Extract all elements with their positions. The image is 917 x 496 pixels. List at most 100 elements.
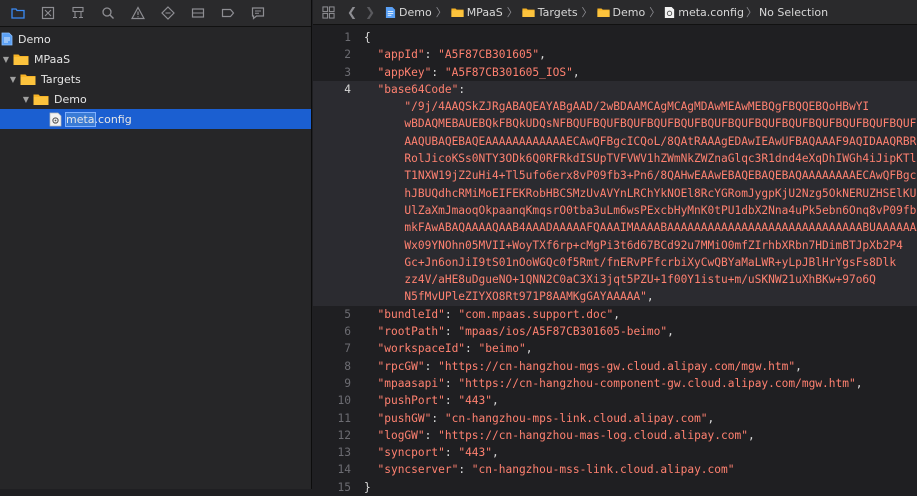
code-line-continuation[interactable]: UlZaXmJmaoqOkpaanqKmqsrO0tba3uLm6wsPExcb… [313,201,917,220]
string-token: "A5F87CB301605_IOS" [444,65,573,79]
code-line-continuation[interactable]: mkFAwABAQAAAAQAAB4AAADAAAAAFQAAAIMAAAABA… [313,219,917,237]
line-number: 15 [337,480,351,494]
tree-row-meta-config[interactable]: meta .config [0,109,311,129]
line-number [313,202,364,219]
code-text: { [364,29,917,46]
string-token: RolJicoKSs0NTY3ODk6Q0RFRkdISUpTVFVWV1hZW… [404,152,917,166]
code-line-continuation[interactable]: hJBUQdhcRMiMoEIFEKRobHBCSMzUvAVYnLRChYkN… [313,184,917,202]
string-token: "rootPath" [377,325,445,339]
line-number: 6 [344,325,351,339]
search-icon[interactable] [98,3,118,23]
folder-icon [33,93,49,106]
code-line[interactable]: 12 "logGW": "https://cn-hangzhou-mas-log… [313,427,917,444]
code-line[interactable]: 4 "base64Code": [313,80,917,99]
code-line[interactable]: 3 "appKey": "A5F87CB301605_IOS", [313,64,917,81]
breadcrumb-label: Targets [537,5,578,19]
code-token: , [707,411,715,425]
code-token: : [444,376,459,390]
back-icon[interactable]: ❮ [343,5,361,19]
code-line-continuation[interactable]: N5fMvUPleZIYXO8Rt971P8AAMKgGAYAAAAA", [313,288,917,306]
debug-icon[interactable] [188,3,208,23]
folder-icon [20,73,36,86]
code-line[interactable]: 7 "workspaceId": "beimo", [313,340,917,357]
code-token: : [431,411,445,425]
code-text: wBDAQMEBAUEBQkFBQkUDQsNFBQUFBQUFBQUFBQUF… [364,115,917,132]
tree-row-mpaas[interactable]: ▼ MPaaS [0,49,311,69]
string-token: "pushGW" [377,411,432,425]
chevron-down-icon[interactable]: ▼ [8,74,18,84]
tree-row-targets[interactable]: ▼ Targets [0,69,311,89]
breadcrumb-label: Demo [612,5,646,19]
navigator-toolbar [0,0,311,27]
code-line-continuation[interactable]: RolJicoKSs0NTY3ODk6Q0RFRkdISUpTVFVWV1hZW… [313,150,917,168]
line-number: 10 [337,394,351,408]
chevron-right-icon: 〉 [581,6,593,19]
line-number [313,271,364,288]
code-line[interactable]: 14 "syncserver": "cn-hangzhou-mss-link.c… [313,461,917,478]
folder-icon[interactable] [8,3,28,23]
breadcrumb-demo[interactable]: Demo [596,5,646,19]
string-token: "bundleId" [377,307,445,321]
code-line[interactable]: 5 "bundleId": "com.mpaas.support.doc", [313,306,917,323]
code-token: , [525,342,533,356]
line-number [313,115,364,132]
chevron-down-icon[interactable]: ▼ [21,94,31,104]
code-line-continuation[interactable]: Wx09YNOhn05MVII+WoyTXf6rp+cMgPi3t6d67BCd… [313,236,917,254]
code-line[interactable]: 11 "pushGW": "cn-hangzhou-mps-link.cloud… [313,410,917,427]
test-icon[interactable] [158,3,178,23]
line-number: 9 [344,376,351,390]
code-line-continuation[interactable]: T1NXW19jZ2uHi4+Tl5ufo6erx8vP09fb3+Pn6/8Q… [313,167,917,185]
code-text: Gc+Jn6onJiI9tS01nOoWGQc0f5Rmt/fnERvPFfcr… [364,254,917,271]
source-control-icon[interactable] [38,3,58,23]
code-line[interactable]: 9 "mpaasapi": "https://cn-hangzhou-compo… [313,375,917,392]
code-line[interactable]: 13 "syncport": "443", [313,444,917,461]
string-token: "base64Code" [377,82,459,96]
code-line-continuation[interactable]: AAQUBAQEBAQEAAAAAAAAAAAAECAwQFBgcICQoL/8… [313,132,917,151]
code-token: : [465,342,479,356]
forward-icon[interactable]: ❯ [361,5,379,19]
string-token: "pushPort" [377,394,445,408]
code-line-continuation[interactable]: Gc+Jn6onJiI9tS01nOoWGQc0f5Rmt/fnERvPFfcr… [313,253,917,272]
string-token: "cn-hangzhou-mss-link.cloud.alipay.com" [471,463,735,477]
string-token: Wx09YNOhn05MVII+WoyTXf6rp+cMgPi3t6d67BCd… [404,238,903,252]
code-line-continuation[interactable]: zz4V/aHE8uDgueNO+1QNN2C0aC3Xi3jqt5PZU+1f… [313,271,917,289]
breakpoint-icon[interactable] [218,3,238,23]
report-icon[interactable] [248,3,268,23]
chevron-right-icon: 〉 [649,6,661,19]
code-line[interactable]: 15} [313,479,917,496]
string-token: T1NXW19jZ2uHi4+Tl5ufo6erx8vP09fb3+Pn6/8Q… [404,169,917,183]
code-text: zz4V/aHE8uDgueNO+1QNN2C0aC3Xi3jqt5PZU+1f… [364,271,917,288]
breadcrumb-file[interactable]: meta.config [664,6,744,19]
code-line-continuation[interactable]: wBDAQMEBAUEBQkFBQkUDQsNFBQUFBQUFBQUFBQUF… [313,115,917,133]
code-line[interactable]: 2 "appId": "A5F87CB301605", [313,46,917,63]
tree-label: Demo [18,32,51,46]
code-line[interactable]: 6 "rootPath": "mpaas/ios/A5F87CB301605-b… [313,323,917,340]
breadcrumb-targets[interactable]: Targets [522,6,578,19]
tree-row-project-demo[interactable]: Demo [0,29,311,49]
code-line-continuation[interactable]: "/9j/4AAQSkZJRgABAQEAYABgAAD/2wBDAAMCAgM… [313,98,917,116]
breadcrumb-selection[interactable]: No Selection [759,6,828,19]
folder-icon [522,7,535,17]
code-token: { [364,31,371,44]
line-number: 14 [337,463,351,477]
breadcrumb-label: meta.config [678,5,744,19]
line-number: 1 [344,31,351,44]
breadcrumb-project[interactable]: Demo [385,6,432,19]
line-number: 11 [337,411,351,425]
code-line[interactable]: 1{ [313,29,917,46]
string-token: hJBUQdhcRMiMoEIFEKRobHBCSMzUvAVYnLRChYkN… [404,186,917,200]
code-line[interactable]: 10 "pushPort": "443", [313,392,917,409]
tree-row-demo-folder[interactable]: ▼ Demo [0,89,311,109]
related-items-icon[interactable] [319,5,337,19]
chevron-down-icon[interactable]: ▼ [1,54,11,64]
symbol-icon[interactable] [68,3,88,23]
code-line[interactable]: 8 "rpcGW": "https://cn-hangzhou-mgs-gw.c… [313,358,917,375]
folder-icon [596,7,610,17]
warning-icon[interactable] [128,3,148,23]
breadcrumb-mpaas[interactable]: MPaaS [451,6,503,19]
code-area[interactable]: 1{2 "appId": "A5F87CB301605", 3 "appKey":… [313,29,917,496]
code-text: N5fMvUPleZIYXO8Rt971P8AAMKgGAYAAAAA", [364,288,917,305]
